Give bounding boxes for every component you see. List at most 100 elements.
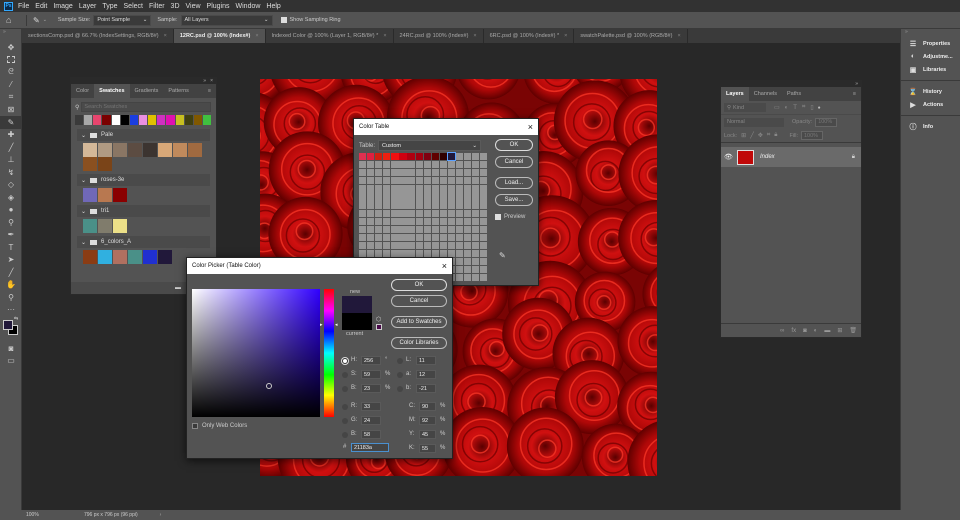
ok-button[interactable]: OK: [495, 139, 533, 151]
color-table-cell-empty[interactable]: [383, 193, 391, 201]
color-table-cell-empty[interactable]: [367, 217, 375, 225]
black-field[interactable]: 55: [419, 444, 436, 453]
recent-swatch[interactable]: [166, 115, 175, 125]
menu-plugins[interactable]: Plugins: [207, 3, 230, 10]
magic-wand-tool-icon[interactable]: ⁄: [0, 79, 22, 92]
smart-object-filter-icon[interactable]: ▯: [810, 104, 813, 111]
color-table-cell-empty[interactable]: [375, 193, 383, 201]
color-table-cell-empty[interactable]: [415, 233, 423, 241]
recent-swatch[interactable]: [120, 115, 129, 125]
color-table-cell-empty[interactable]: [455, 217, 464, 225]
recent-swatch[interactable]: [75, 115, 84, 125]
menu-type[interactable]: Type: [102, 3, 117, 10]
a-channel-field[interactable]: 12: [416, 370, 436, 379]
color-table-cell-empty[interactable]: [399, 241, 407, 250]
crop-tool-icon[interactable]: ⌗: [0, 91, 22, 104]
color-table-cell-empty[interactable]: [455, 225, 464, 233]
lock-image-icon[interactable]: ╱: [750, 132, 754, 139]
color-table-cell-empty[interactable]: [423, 233, 431, 241]
recent-swatch[interactable]: [148, 115, 157, 125]
swatch[interactable]: [143, 250, 157, 264]
color-table-cell-empty[interactable]: [464, 161, 472, 169]
menu-help[interactable]: Help: [266, 3, 280, 10]
lock-transparent-icon[interactable]: ⊞: [741, 132, 746, 139]
color-table-cell-empty[interactable]: [480, 201, 488, 209]
color-table-cell-empty[interactable]: [383, 201, 391, 209]
color-table-cell-empty[interactable]: [391, 225, 399, 233]
saturation-brightness-field[interactable]: [192, 289, 320, 417]
recent-swatch[interactable]: [193, 115, 202, 125]
color-table-cell-empty[interactable]: [383, 241, 391, 250]
color-table-cell-empty[interactable]: [464, 217, 472, 225]
color-table-cell-empty[interactable]: [375, 241, 383, 250]
close-icon[interactable]: ×: [473, 33, 476, 39]
hue-slider[interactable]: [324, 289, 334, 417]
show-sampling-ring-checkbox[interactable]: [280, 17, 287, 23]
line-tool-icon[interactable]: ╱: [0, 266, 22, 279]
color-table-cell[interactable]: [431, 153, 439, 161]
tab-layers[interactable]: Layers: [721, 87, 749, 101]
color-table-cell-empty[interactable]: [431, 161, 439, 169]
blend-mode-select[interactable]: Normal: [724, 117, 784, 127]
menu-select[interactable]: Select: [124, 3, 143, 10]
color-table-cell-empty[interactable]: [439, 185, 447, 193]
color-table-cell-empty[interactable]: [407, 193, 415, 201]
recent-swatch[interactable]: [202, 115, 212, 125]
opacity-field[interactable]: 100%: [815, 117, 838, 127]
3d-cube-warning-icon[interactable]: ⬡: [376, 316, 381, 323]
color-table-cell-empty[interactable]: [480, 161, 488, 169]
save-button[interactable]: Save...: [495, 194, 533, 206]
color-table-cell-empty[interactable]: [407, 233, 415, 241]
lock-all-icon[interactable]: 🔒︎: [774, 132, 777, 139]
color-table-cell-empty[interactable]: [375, 217, 383, 225]
color-table-cell-empty[interactable]: [391, 233, 399, 241]
color-table-cell-empty[interactable]: [464, 258, 472, 266]
swatch[interactable]: [98, 143, 112, 157]
swatch[interactable]: [83, 250, 97, 264]
color-table-cell-empty[interactable]: [359, 217, 367, 225]
swatch[interactable]: [98, 219, 112, 233]
color-table-cell-empty[interactable]: [407, 209, 415, 217]
swatch-group-header[interactable]: ⌄ 6_colors_A: [77, 236, 210, 248]
adjustment-layer-icon[interactable]: ◐: [814, 328, 818, 334]
color-table-cell-empty[interactable]: [391, 161, 399, 169]
color-table-cell-empty[interactable]: [472, 274, 480, 282]
color-table-cell-empty[interactable]: [367, 201, 375, 209]
color-table-cell-empty[interactable]: [455, 153, 464, 161]
color-table-cell-empty[interactable]: [455, 185, 464, 193]
pen-tool-icon[interactable]: ✒: [0, 229, 22, 242]
color-table-cell-empty[interactable]: [415, 161, 423, 169]
swatch[interactable]: [83, 143, 97, 157]
color-table-cell-empty[interactable]: [423, 193, 431, 201]
swatch[interactable]: [128, 250, 142, 264]
saturation-field[interactable]: 59: [361, 370, 381, 379]
color-table-cell-empty[interactable]: [455, 209, 464, 217]
color-table-cell-empty[interactable]: [415, 209, 423, 217]
type-layer-filter-icon[interactable]: T: [793, 105, 797, 111]
recent-swatch[interactable]: [129, 115, 138, 125]
color-table-cell-empty[interactable]: [455, 177, 464, 185]
color-table-cell[interactable]: [399, 153, 407, 161]
chevron-down-icon[interactable]: ⌄: [43, 17, 47, 23]
color-table-cell-empty[interactable]: [480, 266, 488, 274]
hue-radio[interactable]: [342, 358, 348, 364]
add-to-swatches-button[interactable]: Add to Swatches: [391, 316, 447, 328]
swatch[interactable]: [158, 250, 172, 264]
color-table-cell-empty[interactable]: [415, 177, 423, 185]
color-table-cell-empty[interactable]: [375, 177, 383, 185]
menu-window[interactable]: Window: [236, 3, 261, 10]
eye-visibility-icon[interactable]: 👁︎: [724, 153, 734, 161]
color-table-cell-empty[interactable]: [399, 201, 407, 209]
color-table-cell-empty[interactable]: [415, 193, 423, 201]
brightness-field[interactable]: 23: [361, 384, 381, 393]
color-table-cell-empty[interactable]: [367, 161, 375, 169]
color-table-cell-empty[interactable]: [472, 233, 480, 241]
brush-tool-icon[interactable]: ╱: [0, 141, 22, 154]
color-table-cell-empty[interactable]: [391, 209, 399, 217]
color-table-cell-empty[interactable]: [431, 217, 439, 225]
recent-swatch[interactable]: [138, 115, 148, 125]
swatch[interactable]: [113, 219, 127, 233]
recent-swatch[interactable]: [175, 115, 184, 125]
lock-artboard-icon[interactable]: ⌗: [767, 132, 770, 139]
color-table-cell[interactable]: [383, 153, 391, 161]
